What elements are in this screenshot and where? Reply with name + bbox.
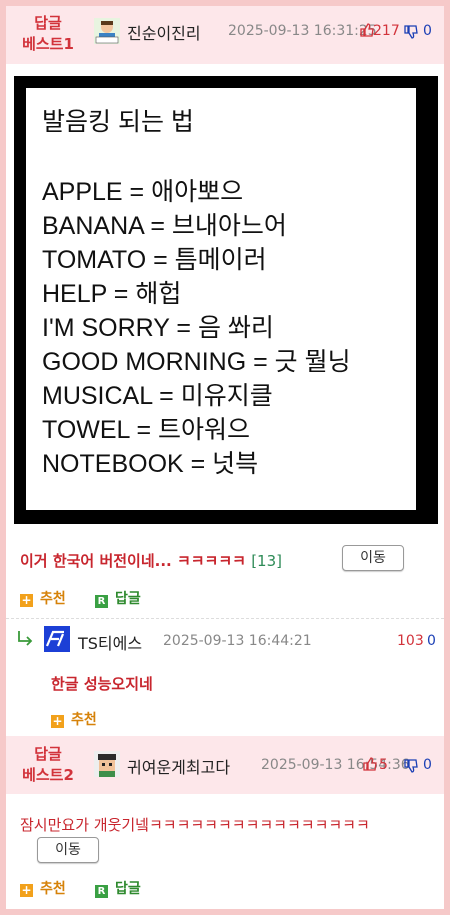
best-badge-line2: 베스트1: [22, 35, 74, 53]
like-count: 5: [379, 757, 388, 773]
meme-line: TOMATO = 틈메이러: [42, 246, 267, 274]
meme-line: I'M SORRY = 음 쏴리: [42, 314, 274, 342]
reply-button[interactable]: R 답글: [95, 588, 141, 608]
thumbs-up-icon[interactable]: [363, 757, 377, 771]
divider: [6, 618, 444, 619]
reply-button[interactable]: R 답글: [95, 878, 141, 898]
username[interactable]: 진순이진리: [127, 20, 201, 44]
username[interactable]: 귀여운게최고다: [127, 754, 230, 778]
meme-line: MUSICAL = 미유지클: [42, 382, 273, 410]
meme-line: APPLE = 애아뽀으: [42, 178, 244, 206]
post-date: 2025-09-13 16:31:25: [228, 23, 377, 39]
meme-title: 발음킹 되는 법: [42, 108, 194, 136]
avatar[interactable]: [44, 626, 70, 652]
thumbs-up-icon[interactable]: [360, 23, 374, 37]
reply-label: 답글: [115, 591, 141, 607]
plus-icon: +: [20, 883, 33, 897]
meme-line: TOWEL = 트아워으: [42, 416, 251, 444]
best-reply-header: 답글 베스트1 진순이진리 2025-09-13 16:31:25 217 0: [6, 6, 444, 64]
move-button[interactable]: 이동: [37, 837, 99, 863]
best-reply-header: 답글 베스트2 귀여운게최고다 2025-09-13 16:54:36 5 0: [6, 736, 444, 794]
comment-text[interactable]: 잠시만요가 개웃기넼ㅋㅋㅋㅋㅋㅋㅋㅋㅋㅋㅋㅋㅋㅋㅋㅋ: [20, 814, 370, 835]
meme-line: BANANA = 브내아느어: [42, 212, 287, 240]
like-count: 217: [373, 23, 400, 39]
dislike-count: 0: [427, 633, 436, 649]
reply-r-icon: R: [95, 885, 108, 898]
like-count: 103: [397, 633, 424, 649]
recommend-button[interactable]: + 추천: [51, 709, 97, 729]
comment-body: 이거 한국어 버전이네... ㅋㅋㅋㅋㅋ: [20, 552, 246, 570]
avatar[interactable]: [94, 18, 120, 44]
reply-arrow-icon: [18, 631, 33, 646]
meme-card: 발음킹 되는 법 APPLE = 애아뽀으 BANANA = 브내아느어 TOM…: [26, 88, 416, 510]
thumbs-down-icon[interactable]: [404, 25, 418, 39]
meme-line: HELP = 해헙: [42, 280, 182, 308]
best-badge: 답글 베스트2: [12, 744, 84, 786]
plus-icon: +: [20, 593, 33, 607]
reply-label: 답글: [115, 881, 141, 897]
post-date: 2025-09-13 16:44:21: [163, 633, 312, 649]
move-button[interactable]: 이동: [342, 545, 404, 571]
plus-icon: +: [51, 714, 64, 728]
reply-r-icon: R: [95, 595, 108, 608]
comment-text[interactable]: 이거 한국어 버전이네... ㅋㅋㅋㅋㅋ [13]: [20, 550, 282, 571]
dislike-count: 0: [423, 757, 432, 773]
comment-list: 답글 베스트1 진순이진리 2025-09-13 16:31:25 217 0 …: [6, 6, 444, 909]
meme-line: GOOD MORNING = 긋 뭘닝: [42, 348, 351, 376]
recommend-label: 추천: [71, 712, 97, 728]
attached-image[interactable]: 발음킹 되는 법 APPLE = 애아뽀으 BANANA = 브내아느어 TOM…: [14, 76, 438, 524]
meme-line: NOTEBOOK = 넛븍: [42, 450, 259, 478]
best-badge: 답글 베스트1: [12, 13, 84, 55]
recommend-label: 추천: [40, 881, 66, 897]
recommend-button[interactable]: + 추천: [20, 878, 66, 898]
recommend-label: 추천: [40, 591, 66, 607]
best-badge-line1: 답글: [34, 745, 62, 763]
avatar[interactable]: [94, 751, 120, 777]
best-badge-line1: 답글: [34, 14, 62, 32]
thumbs-down-icon[interactable]: [404, 759, 418, 773]
reply-count[interactable]: [13]: [251, 552, 282, 570]
dislike-count: 0: [423, 23, 432, 39]
comment-text[interactable]: 한글 성능오지네: [51, 673, 153, 694]
best-badge-line2: 베스트2: [22, 766, 74, 784]
username[interactable]: TS티에스: [78, 630, 142, 654]
recommend-button[interactable]: + 추천: [20, 588, 66, 608]
